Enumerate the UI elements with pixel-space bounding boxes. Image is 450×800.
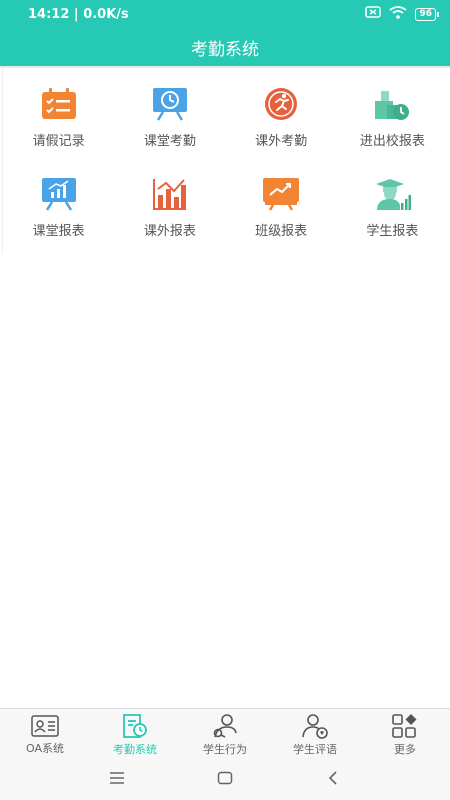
- bottom-tab-bar: OA系统 考勤系统 学生行为 学生评语 更多: [0, 708, 450, 756]
- title-bar: 考勤系统: [0, 28, 450, 66]
- grid-item-label: 班级报表: [255, 224, 308, 239]
- grid-item-label: 课外报表: [143, 224, 196, 239]
- school-building-clock-icon: [372, 84, 412, 124]
- tab-label: OA系统: [26, 742, 64, 755]
- tab-label: 学生行为: [203, 743, 247, 756]
- attendance-doc-icon: [121, 713, 149, 739]
- tab-attendance-system[interactable]: 考勤系统: [90, 709, 180, 756]
- comment-user-icon: [301, 713, 329, 739]
- screen-trend-icon: [261, 174, 301, 214]
- grid-item-class-group-report[interactable]: 班级报表: [226, 158, 337, 252]
- more-grid-icon: [391, 713, 419, 739]
- calendar-checklist-icon: [39, 84, 79, 124]
- tab-oa-system[interactable]: OA系统: [0, 709, 90, 756]
- menu-icon[interactable]: [103, 764, 131, 792]
- status-time: 14:12: [28, 6, 70, 22]
- grid-item-class-attendance[interactable]: 课堂考勤: [114, 68, 225, 158]
- tab-student-behavior[interactable]: 学生行为: [180, 709, 270, 756]
- id-card-icon: [31, 713, 59, 738]
- behavior-icon: [211, 713, 239, 739]
- grid-item-label: 进出校报表: [359, 134, 425, 149]
- grid-item-leave-records[interactable]: 请假记录: [3, 68, 114, 158]
- function-grid: 请假记录 课堂考勤 课外考勤 进出校报表 课堂报表 课外报表 班级报表 学生报表: [2, 68, 448, 254]
- grid-item-student-report[interactable]: 学生报表: [337, 158, 448, 252]
- battery-icon: 96: [415, 7, 439, 21]
- status-net-speed: 0.0K/s: [83, 6, 129, 22]
- system-nav-bar: [0, 756, 450, 800]
- tab-label: 学生评语: [293, 743, 337, 756]
- grid-item-school-entry-report[interactable]: 进出校报表: [337, 68, 448, 158]
- board-chart-icon: [39, 174, 79, 214]
- grid-item-class-report[interactable]: 课堂报表: [3, 158, 114, 252]
- grid-item-label: 课堂报表: [32, 224, 85, 239]
- status-icons: 96: [365, 5, 439, 23]
- bar-chart-trend-icon: [150, 174, 190, 214]
- tab-label: 考勤系统: [113, 743, 157, 756]
- classroom-clock-icon: [150, 84, 190, 124]
- wifi-icon: [389, 5, 408, 23]
- runner-icon: [261, 84, 301, 124]
- page-title: 考勤系统: [191, 39, 259, 60]
- tab-more[interactable]: 更多: [360, 709, 450, 756]
- status-bar: 14:12 | 0.0K/s 96: [0, 0, 450, 28]
- tab-label: 更多: [394, 743, 416, 756]
- grid-item-label: 请假记录: [32, 134, 85, 149]
- grid-item-extracurricular-attendance[interactable]: 课外考勤: [226, 68, 337, 158]
- status-left: 14:12 | 0.0K/s: [28, 7, 129, 22]
- home-square-icon[interactable]: [211, 764, 239, 792]
- graduate-chart-icon: [372, 174, 412, 214]
- tab-student-comments[interactable]: 学生评语: [270, 709, 360, 756]
- grid-item-extracurricular-report[interactable]: 课外报表: [114, 158, 225, 252]
- back-chevron-icon[interactable]: [319, 764, 347, 792]
- status-separator: |: [73, 6, 84, 22]
- grid-item-label: 学生报表: [366, 224, 419, 239]
- sim-icon: [365, 6, 382, 22]
- grid-item-label: 课堂考勤: [143, 134, 196, 149]
- grid-item-label: 课外考勤: [255, 134, 308, 149]
